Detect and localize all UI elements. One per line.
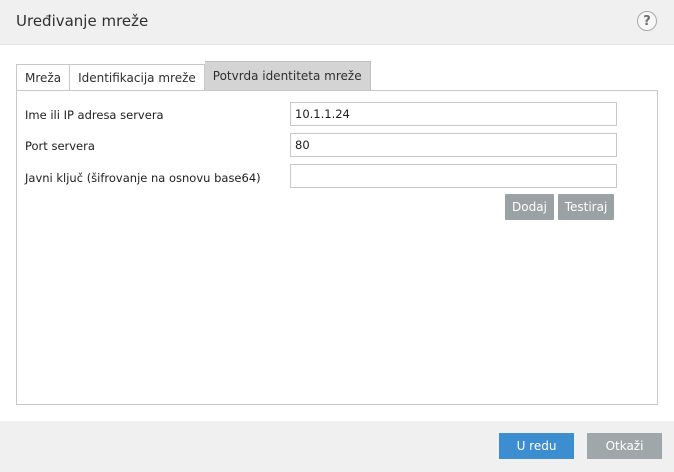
tab-panel: Ime ili IP adresa servera Port servera J… — [16, 90, 658, 405]
tab-potvrda-identiteta-mreze[interactable]: Potvrda identiteta mreže — [204, 61, 371, 90]
cancel-button[interactable]: Otkaži — [587, 433, 662, 459]
tab-mreza[interactable]: Mreža — [16, 64, 71, 90]
ok-button[interactable]: U redu — [499, 433, 574, 459]
dialog-content: Mreža Identifikacija mreže Potvrda ident… — [0, 45, 674, 421]
dialog-titlebar: Uređivanje mreže ? — [0, 0, 674, 45]
server-name-label: Ime ili IP adresa servera — [25, 108, 164, 122]
public-key-input[interactable] — [290, 164, 617, 188]
public-key-label: Javni ključ (šifrovanje na osnovu base64… — [25, 171, 261, 185]
tab-identifikacija-mreze[interactable]: Identifikacija mreže — [70, 64, 205, 90]
server-port-label: Port servera — [25, 139, 95, 153]
dialog-title: Uređivanje mreže — [16, 12, 149, 30]
test-button[interactable]: Testiraj — [558, 194, 614, 220]
server-port-input[interactable] — [290, 133, 617, 157]
help-icon[interactable]: ? — [637, 11, 657, 31]
add-button[interactable]: Dodaj — [505, 194, 554, 220]
dialog-footer: U redu Otkaži — [0, 421, 674, 472]
tab-bar: Mreža Identifikacija mreže Potvrda ident… — [16, 61, 371, 90]
server-name-input[interactable] — [290, 102, 617, 126]
